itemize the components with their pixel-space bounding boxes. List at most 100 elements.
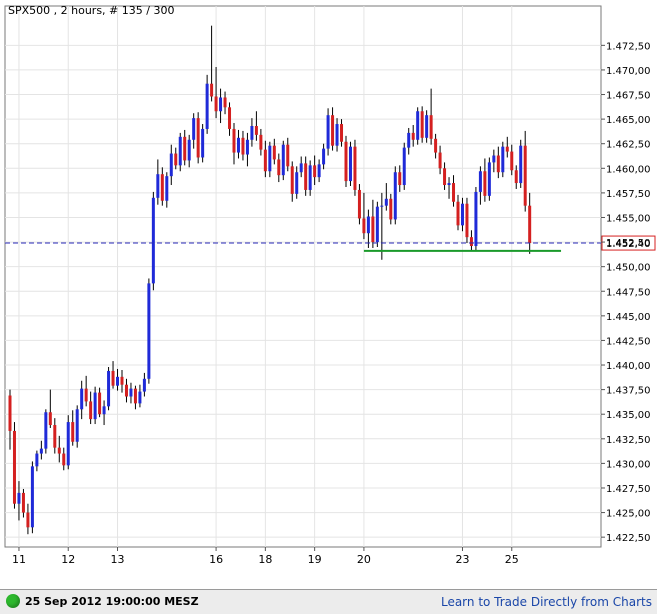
- candle-body: [254, 126, 258, 135]
- candle-body: [505, 146, 509, 152]
- price-chart[interactable]: 1.452,40 1.422,501.425,001.427,501.430,0…: [0, 0, 657, 589]
- y-tick-label: 1.462,50: [606, 140, 651, 151]
- candle-body: [35, 453, 39, 467]
- x-tick-label: 19: [308, 553, 322, 566]
- y-tick-label: 1.457,50: [606, 189, 651, 200]
- candle-body: [416, 111, 420, 140]
- candle-body: [447, 183, 451, 186]
- learn-to-trade-link[interactable]: Learn to Trade Directly from Charts: [441, 595, 652, 609]
- candle-body: [268, 145, 272, 172]
- candle-body: [465, 203, 469, 238]
- candle-body: [228, 107, 232, 129]
- candle-body: [299, 163, 303, 173]
- y-tick-label: 1.450,00: [606, 263, 651, 274]
- candle-body: [366, 216, 370, 234]
- candle-body: [84, 388, 88, 402]
- candle-body: [102, 406, 106, 415]
- candle-body: [147, 283, 151, 379]
- candle-body: [478, 171, 482, 192]
- y-tick-label: 1.452,50: [606, 238, 651, 249]
- x-tick-label: 12: [61, 553, 75, 566]
- y-tick-label: 1.455,00: [606, 213, 651, 224]
- candle-body: [138, 391, 142, 404]
- candle-body: [514, 170, 518, 184]
- x-tick-label: 11: [12, 553, 26, 566]
- candle-body: [44, 412, 48, 449]
- y-tick-label: 1.472,50: [606, 41, 651, 52]
- candle-body: [129, 388, 133, 397]
- chart-window: 1.452,40 1.422,50 1.425,00 1.427,50 1.430,0…: [0, 0, 657, 614]
- status-bar: 25 Sep 2012 19:00:00 MESZ Learn to Trade…: [0, 589, 657, 614]
- candle-body: [80, 388, 84, 410]
- candle-body: [66, 422, 70, 466]
- candle-body: [510, 151, 514, 171]
- candle-body: [272, 145, 276, 160]
- candle-body: [389, 198, 393, 220]
- candle-body: [201, 128, 205, 158]
- candle-body: [174, 153, 178, 166]
- candle-body: [492, 155, 496, 163]
- candle-body: [375, 206, 379, 243]
- candle-body: [48, 412, 52, 426]
- y-tick-label: 1.427,50: [606, 484, 651, 495]
- candle-body: [160, 174, 164, 201]
- candle-body: [156, 174, 160, 198]
- x-tick-label: 23: [455, 553, 469, 566]
- candle-body: [165, 176, 169, 201]
- candle-body: [425, 115, 429, 138]
- y-tick-label: 1.465,00: [606, 115, 651, 126]
- candle-body: [223, 97, 227, 108]
- candle-body: [75, 409, 79, 442]
- candle-body: [277, 159, 281, 176]
- candle-body: [26, 512, 30, 528]
- candle-body: [393, 172, 397, 220]
- candle-body: [281, 144, 285, 176]
- candle-body: [438, 152, 442, 169]
- candle-body: [120, 376, 124, 385]
- candle-body: [286, 144, 290, 167]
- candle-body: [501, 146, 505, 173]
- candle-body: [313, 165, 317, 178]
- candle-body: [107, 370, 111, 407]
- footer-datetime: 25 Sep 2012 19:00:00 MESZ: [25, 595, 199, 608]
- candle-body: [111, 370, 115, 386]
- candle-body: [219, 97, 223, 112]
- candle-body: [178, 136, 182, 166]
- candle-body: [295, 172, 299, 194]
- candle-body: [344, 141, 348, 182]
- candle-body: [402, 147, 406, 186]
- candle-body: [519, 145, 523, 184]
- candle-body: [335, 124, 339, 146]
- candle-body: [21, 492, 25, 513]
- candle-body: [528, 205, 532, 244]
- candle-body: [304, 163, 308, 190]
- y-tick-label: 1.435,00: [606, 410, 651, 421]
- candle-body: [39, 448, 43, 454]
- candle-body: [124, 384, 128, 397]
- candle-body: [317, 164, 321, 178]
- candle-body: [487, 162, 491, 196]
- candle-body: [142, 378, 146, 392]
- candle-body: [196, 118, 200, 158]
- candle-body: [62, 453, 66, 466]
- candle-body: [183, 136, 187, 161]
- candle-body: [308, 165, 312, 190]
- candle-body: [469, 237, 473, 247]
- candle-body: [8, 395, 12, 431]
- y-tick-label: 1.437,50: [606, 386, 651, 397]
- candle-body: [263, 149, 267, 172]
- candle-body: [411, 132, 415, 140]
- candle-body: [362, 218, 366, 234]
- candle-body: [192, 118, 196, 140]
- candle-body: [496, 155, 500, 173]
- y-tick-label: 1.425,00: [606, 509, 651, 520]
- candle-body: [12, 430, 16, 504]
- candle-body: [290, 166, 294, 194]
- candle-body: [17, 492, 21, 504]
- candle-body: [434, 138, 438, 153]
- candle-body: [398, 172, 402, 186]
- candle-body: [452, 183, 456, 202]
- candle-body: [443, 168, 447, 186]
- candle-body: [205, 83, 209, 129]
- candle-body: [259, 134, 263, 150]
